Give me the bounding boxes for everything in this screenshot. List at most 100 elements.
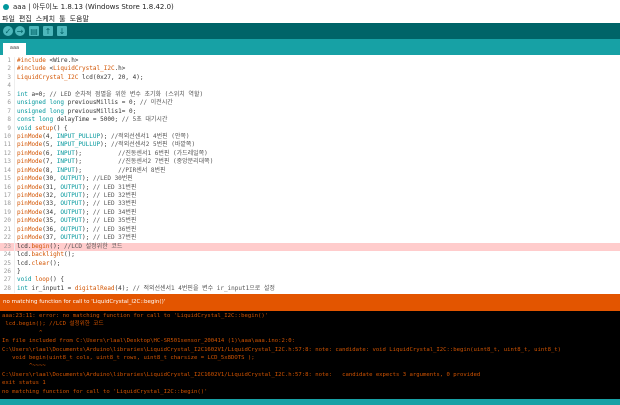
code-token: ();	[49, 259, 61, 267]
code-line[interactable]: 1 #include <Wire.h>	[0, 57, 620, 66]
code-text: pinMode(35, OUTPUT); // LED 35번핀	[14, 217, 137, 226]
code-token: backlight	[31, 251, 64, 259]
code-line[interactable]: 2 #include <LiquidCrystal_I2C.h>	[0, 65, 620, 74]
code-token: // 적외선센서1 4번핀을 변수 ir_input1으로 설정	[132, 284, 275, 292]
save-icon[interactable]: ↓	[57, 26, 67, 36]
code-token: previousMillis = 0;	[63, 99, 140, 107]
console-line: ^	[2, 329, 43, 336]
tab-bar: aaa	[0, 39, 620, 55]
code-token: ();	[63, 251, 75, 259]
code-token: );	[74, 149, 119, 157]
code-token: // LED 34번핀	[92, 208, 137, 216]
code-line[interactable]: 9 void setup() {	[0, 124, 620, 133]
code-line[interactable]: 25 lcd.clear();	[0, 259, 620, 268]
toolbar: ✓ → ▤ ↑ ↓	[0, 23, 620, 39]
code-text: pinMode(7, INPUT); //진동센서2 7번핀 (중앙분리대쪽)	[14, 158, 213, 167]
code-text: }	[14, 267, 21, 277]
code-token: OUTPUT	[60, 192, 83, 199]
code-editor[interactable]: 1 #include <Wire.h> 2 #include <LiquidCryst…	[0, 55, 620, 294]
code-line[interactable]: 8 const long delayTime = 5000; // 5초 대기시간	[0, 116, 620, 125]
code-token: () {	[53, 124, 68, 132]
console-line: lcd.begin(); //LCD 설정위한 코드	[2, 321, 104, 328]
code-token: pinMode	[17, 158, 43, 166]
open-icon[interactable]: ↑	[43, 26, 53, 36]
code-token: (5,	[42, 141, 57, 149]
code-token: pinMode	[17, 132, 43, 140]
code-token: (37,	[42, 234, 61, 242]
code-line[interactable]: 5 int a=0; // LED 순차적 점멸을 위한 변수 초기화 (스위치 …	[0, 90, 620, 100]
code-line[interactable]: 7 unsigned long previousMillis1= 0;	[0, 107, 620, 117]
upload-icon[interactable]: →	[15, 26, 25, 36]
console-line: C:\Users\rlaal\Documents\Arduino\librari…	[2, 371, 481, 378]
code-text	[14, 82, 17, 91]
code-token: INPUT	[56, 149, 75, 157]
code-token: const	[17, 116, 36, 124]
code-token: (36,	[42, 225, 61, 233]
code-text: void setup() {	[14, 124, 68, 133]
code-token: unsigned	[17, 99, 46, 107]
console-output: aaa:23:11: error: no matching function f…	[0, 311, 620, 399]
code-token: INPUT_PULLUP	[56, 141, 101, 149]
code-line[interactable]: 4	[0, 82, 620, 91]
code-line[interactable]: 23 lcd.begin(); //LCD 설정위한 코드	[0, 242, 620, 252]
console-line: no matching function for call to 'Liquid…	[2, 388, 208, 395]
code-text: void loop() {	[14, 276, 64, 285]
code-token: loop	[35, 276, 50, 284]
code-token: );	[74, 166, 119, 174]
code-line[interactable]: 15 pinMode(30, OUTPUT); //LED 30번핀	[0, 175, 620, 184]
error-status-bar: no matching function for call to 'Liquid…	[0, 294, 620, 311]
code-line[interactable]: 26}	[0, 267, 620, 277]
code-line[interactable]: 13 pinMode(7, INPUT); //진동센서2 7번핀 (중앙분리대쪽…	[0, 158, 620, 167]
code-token: (35,	[42, 217, 61, 225]
code-token: // LED 35번핀	[92, 217, 137, 225]
code-token: OUTPUT	[60, 183, 83, 191]
code-line[interactable]: 20 pinMode(35, OUTPUT); // LED 35번핀	[0, 217, 620, 226]
code-line[interactable]: 28 int ir_input1 = digitalRead(4); // 적외선…	[0, 284, 620, 294]
code-text: int ir_input1 = digitalRead(4); // 적외선센서…	[14, 284, 275, 294]
console-line: C:\Users\rlaal\Documents\Arduino\librari…	[2, 346, 562, 353]
line-number: 6	[7, 99, 11, 107]
code-line[interactable]: 3 LiquidCrystal_I2C lcd(0x27, 20, 4);	[0, 73, 620, 83]
code-line[interactable]: 27 void loop() {	[0, 276, 620, 285]
code-token: #include	[17, 57, 50, 64]
code-token: pinMode	[17, 208, 43, 216]
code-token: pinMode	[17, 200, 43, 208]
code-token: pinMode	[17, 192, 43, 199]
line-number: 17	[3, 192, 11, 199]
code-line[interactable]: 11 pinMode(5, INPUT_PULLUP); //적외선센서2 5번핀…	[0, 141, 620, 150]
console-line: aaa:23:11: error: no matching function f…	[2, 313, 269, 319]
code-line[interactable]: 12 pinMode(6, INPUT); //진동센서1 6번핀 (가드레일쪽)	[0, 149, 620, 159]
line-number: 18	[3, 200, 11, 208]
line-number: 11	[3, 141, 11, 149]
code-token: previousMillis1= 0;	[63, 107, 137, 115]
code-token: (30,	[42, 175, 61, 183]
code-token: void	[17, 276, 32, 284]
code-token: pinMode	[17, 225, 43, 233]
code-token: OUTPUT	[60, 208, 83, 216]
code-line[interactable]: 16 pinMode(31, OUTPUT); // LED 31번핀	[0, 183, 620, 192]
code-token: (8,	[42, 166, 57, 174]
code-token: (7,	[42, 158, 57, 166]
verify-icon[interactable]: ✓	[3, 26, 13, 36]
code-token: delayTime = 5000;	[53, 116, 122, 124]
new-icon[interactable]: ▤	[29, 26, 39, 36]
code-line[interactable]: 18 pinMode(33, OUTPUT); // LED 33번핀	[0, 200, 620, 209]
code-token: //PIR센서 8번핀	[118, 166, 166, 174]
code-line[interactable]: 22 pinMode(37, OUTPUT); // LED 37번핀	[0, 234, 620, 243]
code-token: //LED 30번핀	[92, 175, 133, 183]
code-text: pinMode(8, INPUT); //PIR센서 8번핀	[14, 166, 166, 176]
code-text: lcd.begin(); //LCD 설정위한 코드	[14, 242, 122, 252]
code-line[interactable]: 24 lcd.backlight();	[0, 251, 620, 260]
line-number: 4	[7, 82, 11, 90]
code-line[interactable]: 6 unsigned long previousMillis = 0; // 이전…	[0, 99, 620, 108]
code-token: unsigned	[17, 107, 46, 115]
code-token: );	[74, 158, 119, 166]
code-line[interactable]: 21 pinMode(36, OUTPUT); // LED 36번핀	[0, 225, 620, 235]
code-token: pinMode	[17, 217, 43, 225]
line-number: 7	[7, 107, 11, 115]
code-token: ir_input1 =	[27, 284, 75, 292]
code-token: OUTPUT	[60, 234, 83, 242]
line-number: 23	[3, 242, 11, 250]
tab-aaa[interactable]: aaa	[3, 43, 26, 55]
code-line[interactable]: 14 pinMode(8, INPUT); //PIR센서 8번핀	[0, 166, 620, 176]
